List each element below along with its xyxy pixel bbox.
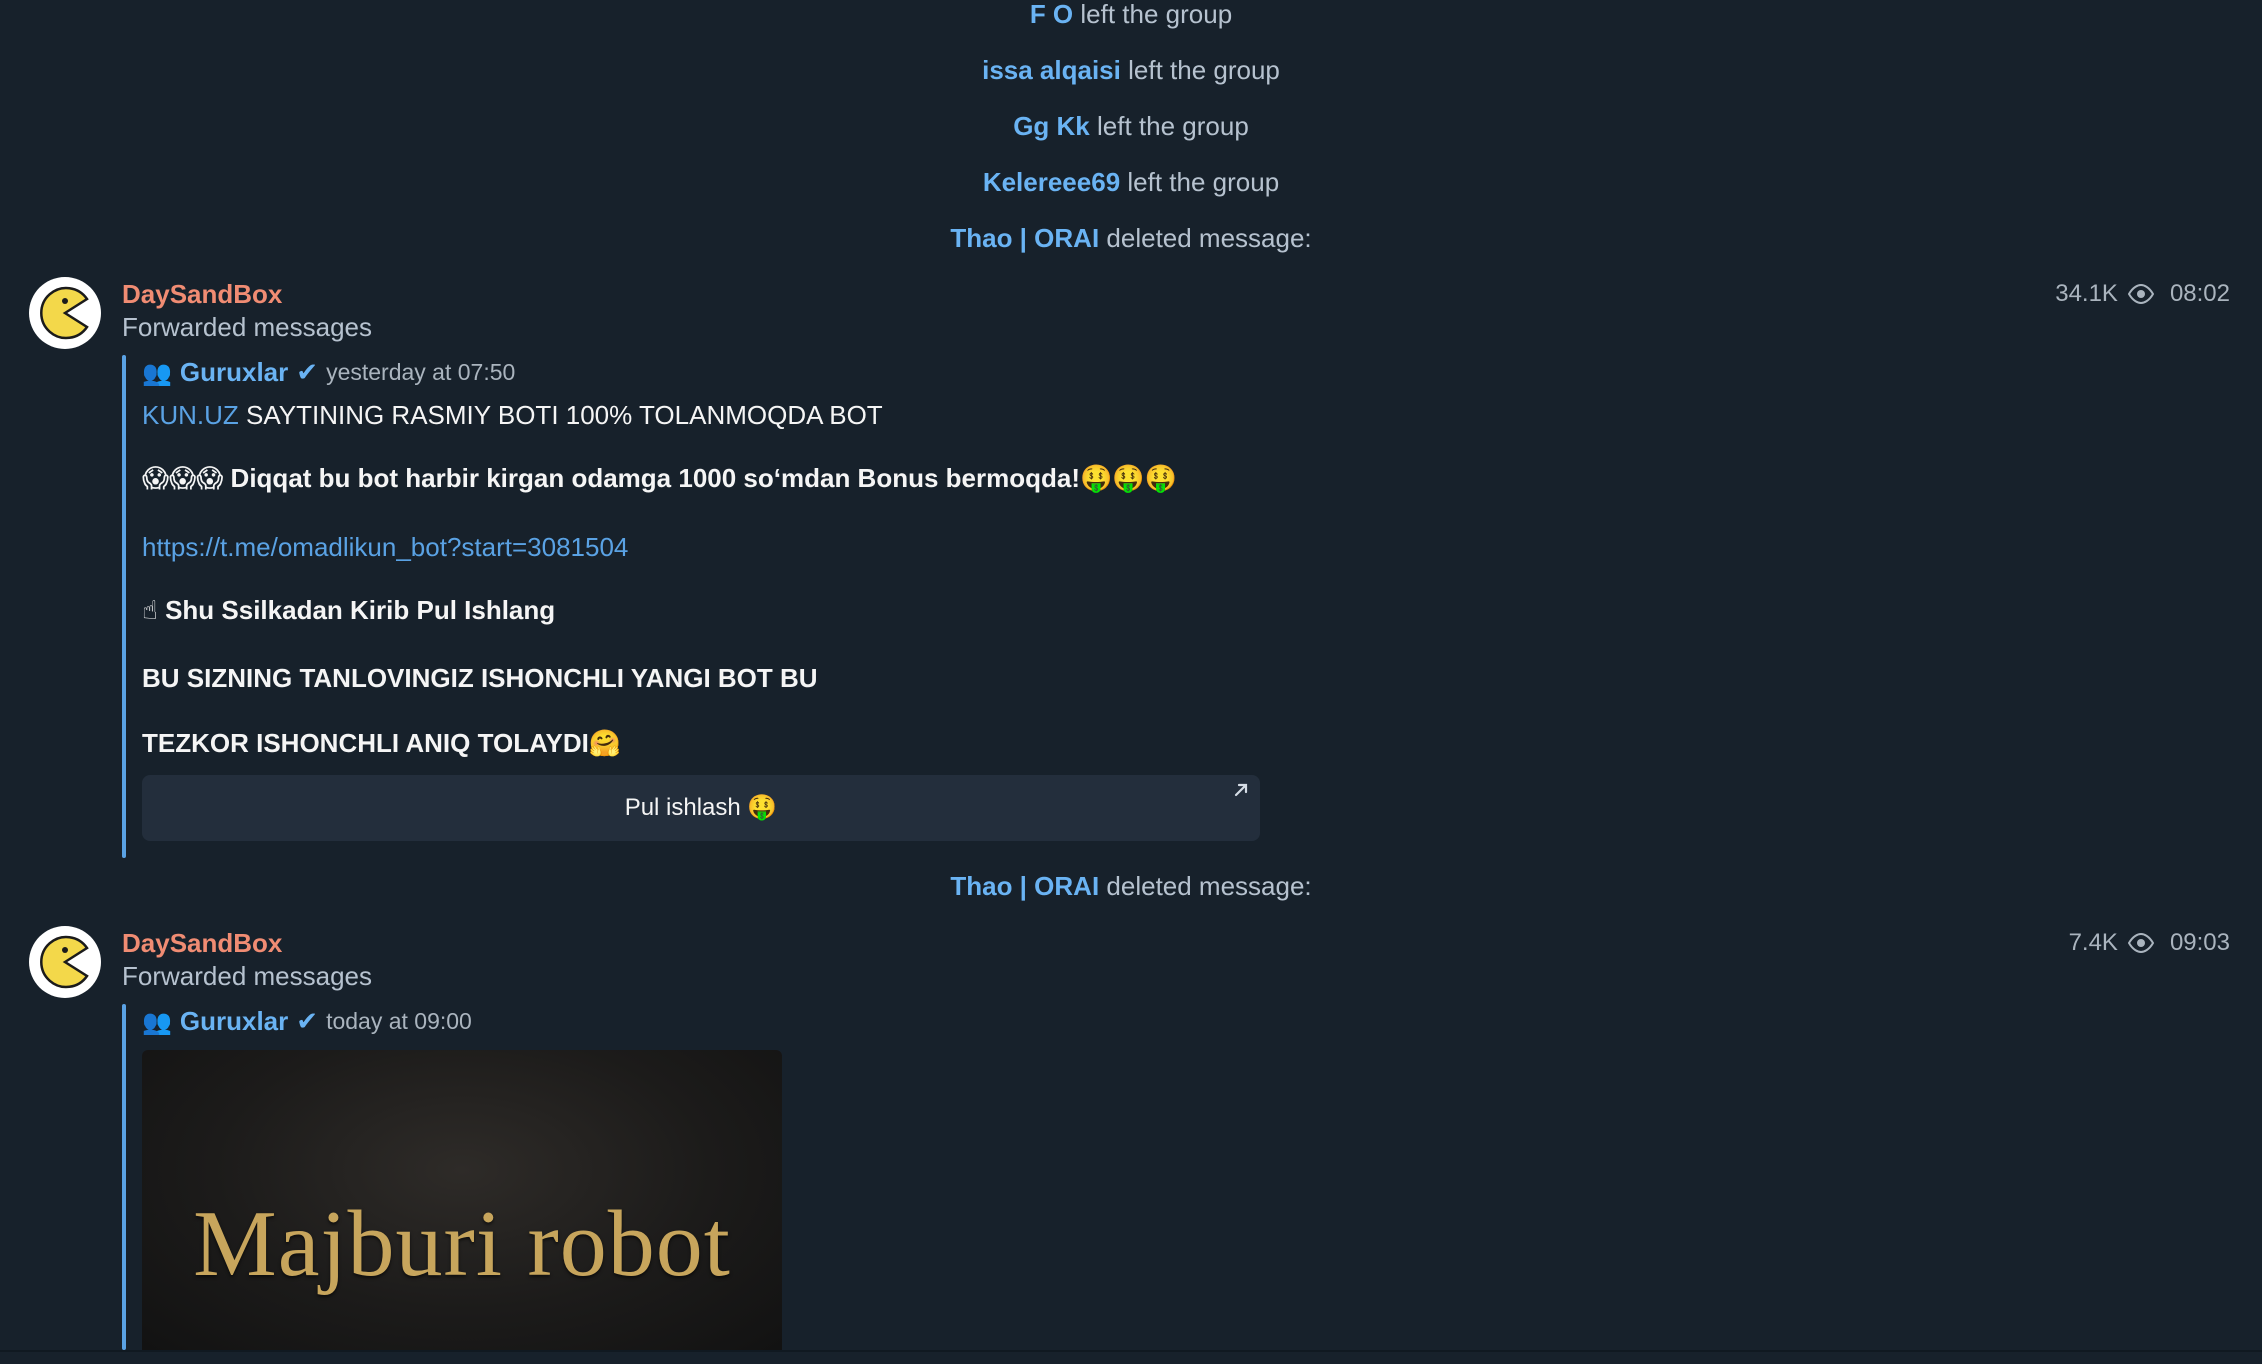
service-actor[interactable]: Kelereee69	[983, 167, 1120, 197]
pacman-avatar-icon	[31, 279, 99, 347]
pointing-up-emoji: ☝	[142, 596, 158, 626]
forward-date: yesterday at 07:50	[326, 359, 516, 385]
sender-name[interactable]: DaySandBox	[122, 928, 282, 959]
inline-button-label: Pul ishlash 🤑	[624, 794, 778, 821]
service-message: issa alqaisi left the group	[0, 55, 2262, 86]
service-message: Kelereee69 left the group	[0, 167, 2262, 198]
money-face-emoji: 🤑🤑🤑	[1080, 464, 1178, 494]
forwarded-label: Forwarded messages	[122, 312, 372, 342]
service-actor[interactable]: F O	[1030, 0, 1073, 29]
service-text: left the group	[1127, 167, 1280, 197]
forward-header: 👥 Guruxlar ✔ yesterday at 07:50	[142, 357, 515, 388]
forward-date: today at 09:00	[326, 1008, 472, 1034]
scream-emoji: 😱😱😱	[142, 464, 224, 494]
forward-channel-name[interactable]: Guruxlar	[180, 357, 288, 388]
verified-icon: ✔	[296, 357, 319, 387]
forward-bar	[122, 355, 126, 858]
avatar[interactable]	[29, 926, 101, 998]
service-text: left the group	[1097, 111, 1249, 141]
forward-bar	[122, 1004, 126, 1350]
views-count: 7.4K	[2068, 929, 2118, 956]
message-time: 09:03	[2169, 929, 2230, 956]
service-message: Thao | ORAI deleted message:	[0, 871, 2262, 902]
message-time: 08:02	[2169, 280, 2230, 307]
service-text: left the group	[1128, 55, 1280, 85]
avatar[interactable]	[29, 277, 101, 349]
service-actor[interactable]: Gg Kk	[1013, 111, 1090, 141]
service-message: Gg Kk left the group	[0, 111, 2262, 142]
message-text: TEZKOR ISHONCHLI ANIQ TOLAYDI	[142, 728, 589, 758]
message-text: Shu Ssilkadan Kirib Pul Ishlang	[165, 595, 556, 625]
message-line: TEZKOR ISHONCHLI ANIQ TOLAYDI🤗	[142, 728, 621, 759]
service-text: left the group	[1080, 0, 1233, 29]
message-text: Diqqat bu bot harbir kirgan odamga 1000 …	[223, 463, 1080, 493]
eye-icon	[2127, 933, 2154, 953]
message-meta: 7.4K 09:03	[2069, 929, 2230, 957]
composer-edge	[0, 1350, 2262, 1364]
forwarded-label: Forwarded messages	[122, 961, 372, 991]
inline-url-button[interactable]: Pul ishlash 🤑	[142, 775, 1260, 841]
verified-icon: ✔	[296, 1006, 319, 1036]
media-photo[interactable]: Majburi robot	[142, 1050, 782, 1350]
message-line: https://t.me/omadlikun_bot?start=3081504	[142, 532, 628, 563]
kun-uz-link[interactable]: KUN.UZ	[142, 400, 239, 430]
views-count: 34.1K	[2055, 280, 2118, 307]
media-title: Majburi robot	[193, 1192, 731, 1296]
message-text: BU SIZNING TANLOVINGIZ ISHONCHLI YANGI B…	[142, 663, 818, 693]
service-text: deleted message:	[1106, 223, 1312, 253]
message-line: KUN.UZ SAYTINING RASMIY BOTI 100% TOLANM…	[142, 400, 883, 431]
group-icon: 👥	[142, 1007, 172, 1036]
pacman-avatar-icon	[31, 928, 99, 996]
service-message: Thao | ORAI deleted message:	[0, 223, 2262, 254]
group-icon: 👥	[142, 358, 172, 387]
eye-icon	[2127, 284, 2154, 304]
message-text: SAYTINING RASMIY BOTI 100% TOLANMOQDA BO…	[238, 400, 883, 430]
bot-url-link[interactable]: https://t.me/omadlikun_bot?start=3081504	[142, 532, 628, 562]
forward-channel-name[interactable]: Guruxlar	[180, 1006, 288, 1037]
hugging-emoji: 🤗	[588, 729, 622, 759]
message-line: 😱😱😱 Diqqat bu bot harbir kirgan odamga 1…	[142, 463, 1177, 494]
message-meta: 34.1K 08:02	[2055, 280, 2230, 308]
message-line: ☝ Shu Ssilkadan Kirib Pul Ishlang	[142, 595, 555, 626]
external-link-icon	[1232, 781, 1250, 799]
chat-history: F O left the group issa alqaisi left the…	[0, 0, 2262, 1364]
forward-header: 👥 Guruxlar ✔ today at 09:00	[142, 1006, 472, 1037]
service-text: deleted message:	[1106, 871, 1312, 901]
message-line: BU SIZNING TANLOVINGIZ ISHONCHLI YANGI B…	[142, 663, 818, 694]
service-message: F O left the group	[0, 0, 2262, 30]
sender-name[interactable]: DaySandBox	[122, 279, 282, 310]
service-actor[interactable]: Thao | ORAI	[950, 871, 1099, 901]
service-actor[interactable]: issa alqaisi	[982, 55, 1121, 85]
service-actor[interactable]: Thao | ORAI	[950, 223, 1099, 253]
